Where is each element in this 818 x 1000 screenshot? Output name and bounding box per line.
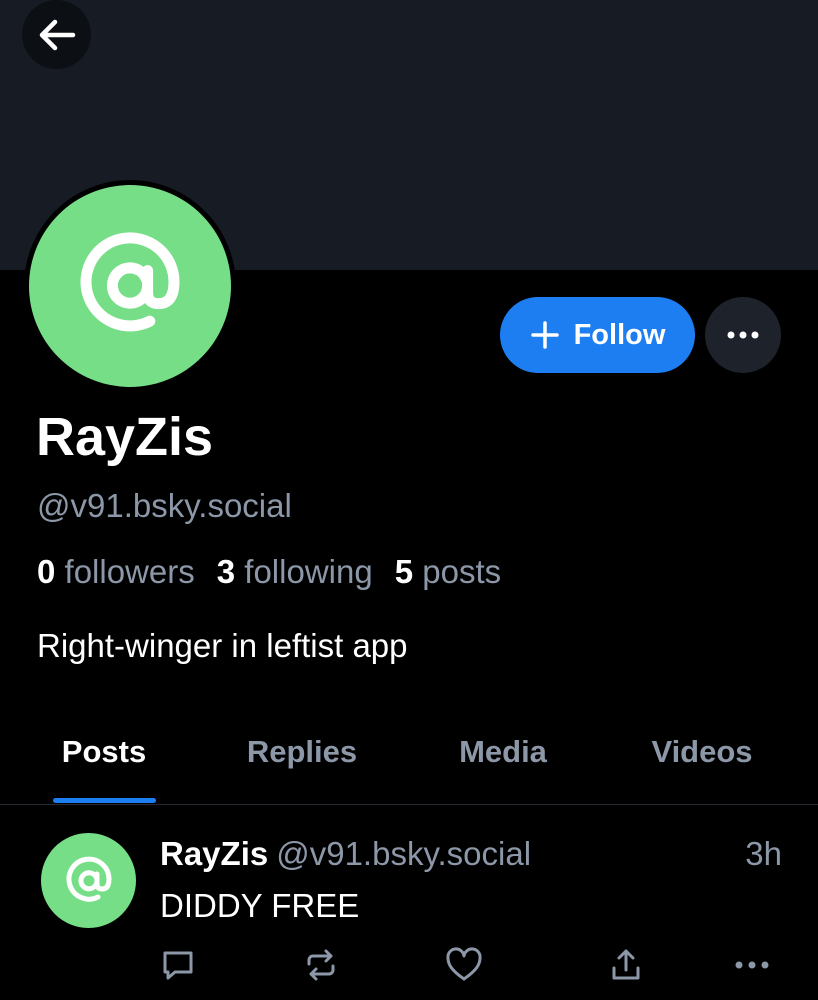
post-timestamp[interactable]: 3h bbox=[745, 835, 782, 873]
post-more-button[interactable] bbox=[732, 945, 772, 985]
posts-stat: 5 posts bbox=[395, 553, 501, 591]
share-button[interactable] bbox=[606, 945, 646, 985]
posts-count: 5 bbox=[394, 553, 414, 590]
feed-post[interactable]: RayZis @v91.bsky.social 3h DIDDY FREE bbox=[0, 805, 818, 1000]
following-label: following bbox=[244, 553, 373, 590]
follow-button[interactable]: Follow bbox=[500, 297, 695, 373]
back-button[interactable] bbox=[22, 0, 91, 69]
share-icon bbox=[612, 949, 640, 980]
like-icon bbox=[446, 947, 482, 981]
follow-label: Follow bbox=[573, 318, 666, 351]
profile-avatar-circle bbox=[29, 185, 231, 387]
tab-replies[interactable]: Replies bbox=[208, 700, 396, 804]
repost-icon bbox=[307, 949, 335, 981]
post-author-handle[interactable]: @v91.bsky.social bbox=[276, 835, 531, 872]
profile-stats: 0 followers 3 following 5 posts bbox=[37, 553, 501, 591]
at-sign-icon bbox=[80, 232, 180, 332]
active-tab-indicator bbox=[53, 798, 156, 803]
at-sign-icon bbox=[66, 856, 111, 902]
reply-icon bbox=[163, 951, 193, 980]
repost-button[interactable] bbox=[301, 945, 341, 985]
tab-posts[interactable]: Posts bbox=[0, 700, 208, 804]
followers-count: 0 bbox=[37, 553, 56, 590]
post-author-name[interactable]: RayZis bbox=[160, 835, 268, 872]
profile-bio: Right-winger in leftist app bbox=[37, 627, 408, 664]
followers-stat[interactable]: 0 followers bbox=[37, 553, 195, 591]
display-name: RayZis bbox=[36, 407, 214, 467]
following-stat[interactable]: 3 following bbox=[217, 553, 373, 591]
post-text: DIDDY FREE bbox=[160, 887, 360, 924]
post-avatar[interactable] bbox=[41, 833, 136, 928]
ellipsis-icon bbox=[735, 961, 769, 969]
profile-page: Follow RayZis @v91.bsky.social 0 followe… bbox=[0, 0, 818, 1000]
post-actions bbox=[0, 945, 818, 985]
profile-handle: @v91.bsky.social bbox=[37, 487, 292, 524]
followers-label: followers bbox=[64, 553, 195, 590]
tab-media[interactable]: Media bbox=[396, 700, 610, 804]
ellipsis-icon bbox=[727, 331, 759, 339]
profile-avatar[interactable] bbox=[24, 180, 236, 392]
tab-videos[interactable]: Videos bbox=[600, 700, 804, 804]
post-header: RayZis @v91.bsky.social bbox=[160, 835, 531, 873]
profile-tabs: Posts Replies Media Videos bbox=[0, 700, 818, 805]
reply-button[interactable] bbox=[158, 945, 198, 985]
following-count: 3 bbox=[216, 553, 236, 590]
like-button[interactable] bbox=[444, 945, 484, 985]
arrow-left-icon bbox=[39, 19, 75, 50]
posts-label: posts bbox=[422, 553, 502, 590]
plus-icon bbox=[530, 321, 559, 349]
more-options-button[interactable] bbox=[705, 297, 781, 373]
